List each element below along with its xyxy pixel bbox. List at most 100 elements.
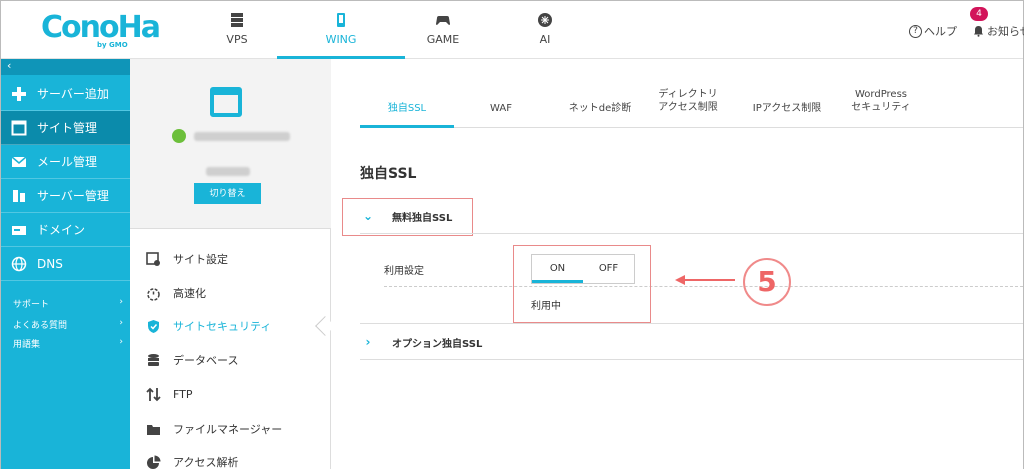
service-tab-game[interactable]: GAME <box>393 1 493 59</box>
menu-item-label: サイト設定 <box>173 253 228 266</box>
bell-icon <box>974 26 983 37</box>
notice-label: お知らせ <box>987 25 1024 38</box>
highlight-box-free-ssl <box>342 198 473 236</box>
notice-count-badge: 4 <box>970 7 988 21</box>
switch-site-button[interactable]: 切り替え <box>194 183 261 204</box>
chevron-right-icon: › <box>119 297 123 307</box>
left-arrow-annotation-icon <box>675 275 735 285</box>
menu-item-label: アクセス解析 <box>173 456 239 469</box>
accordion-divider <box>360 323 1023 324</box>
tab-ip-access[interactable]: IPアクセス制限 <box>739 102 835 115</box>
menu-item-label: 高速化 <box>173 287 206 300</box>
sidebar-item-label: サイト管理 <box>37 121 98 135</box>
tab-waf[interactable]: WAF <box>464 102 538 115</box>
tab-divider <box>360 127 1023 128</box>
mail-icon <box>11 155 27 167</box>
menu-item-file-manager[interactable]: ファイルマネージャー <box>146 419 282 439</box>
sidebar-link-faq[interactable]: よくある質問 › <box>13 318 123 331</box>
domain-icon <box>12 225 26 235</box>
top-header: ConoHa by GMO VPS WING GAME AI ? ヘルプ 4 お… <box>1 1 1024 59</box>
transfer-icon <box>146 387 161 401</box>
service-tab-label: WING <box>325 33 357 46</box>
window-icon <box>11 120 27 135</box>
menu-item-label: サイトセキュリティ <box>173 320 272 333</box>
menu-item-speedup[interactable]: 高速化 <box>146 283 206 303</box>
tab-label-line2: アクセス制限 <box>658 102 718 113</box>
service-tab-label: AI <box>539 33 551 46</box>
accordion-label: オプション独自SSL <box>392 338 483 350</box>
sidebar-item-label: サーバー追加 <box>37 87 109 101</box>
pie-chart-icon <box>147 455 161 469</box>
active-tab-indicator <box>360 125 454 128</box>
accordion-divider <box>360 233 1023 234</box>
sidebar-collapse-button[interactable]: ‹ <box>1 59 130 75</box>
service-tab-label: VPS <box>226 33 248 46</box>
gamepad-icon <box>436 16 450 25</box>
help-label: ヘルプ <box>924 25 957 38</box>
shield-icon <box>148 319 159 333</box>
help-link[interactable]: ? ヘルプ <box>909 23 957 39</box>
sidebar-link-label: 用語集 <box>13 340 41 350</box>
power-status-icon <box>172 129 186 143</box>
tab-label: IPアクセス制限 <box>752 103 822 114</box>
tab-label: WAF <box>490 103 512 114</box>
accordion-option-ssl[interactable]: › オプション独自SSL <box>360 325 1023 359</box>
redacted-site-info <box>206 167 250 176</box>
setting-label: 利用設定 <box>384 266 424 277</box>
globe-icon <box>11 256 27 271</box>
accordion-divider <box>360 359 1023 360</box>
tab-net-diagnosis[interactable]: ネットde診断 <box>551 102 649 115</box>
main-sidebar: ‹ サーバー追加 サイト管理 メール管理 サーバー管理 ドメイン DNS サポー… <box>1 59 130 469</box>
folder-icon <box>147 424 160 435</box>
sidebar-link-glossary[interactable]: 用語集 › <box>13 337 123 350</box>
sidebar-item-label: DNS <box>37 256 63 271</box>
menu-item-ftp[interactable]: FTP <box>146 384 193 404</box>
service-tab-ai[interactable]: AI <box>495 1 595 59</box>
step-number-badge: 5 <box>743 258 791 306</box>
sidebar-item-server-manage[interactable]: サーバー管理 <box>1 179 130 213</box>
sidebar-link-support[interactable]: サポート › <box>13 297 123 310</box>
tab-directory-access[interactable]: ディレクトリ アクセス制限 <box>643 88 733 114</box>
server-info-panel: 切り替え <box>130 59 331 229</box>
service-tab-wing[interactable]: WING <box>277 1 405 59</box>
menu-item-site-settings[interactable]: サイト設定 <box>146 249 228 269</box>
tab-label-line1: WordPress <box>854 89 908 100</box>
redacted-site-name <box>194 132 290 141</box>
database-icon <box>148 353 159 366</box>
sidebar-item-site-manage[interactable]: サイト管理 <box>1 111 130 145</box>
tab-original-ssl[interactable]: 独自SSL <box>360 102 454 115</box>
plus-icon <box>12 86 26 101</box>
logo-text: ConoHa <box>41 10 161 45</box>
server-manage-icon <box>13 189 25 202</box>
menu-item-label: ファイルマネージャー <box>173 423 283 436</box>
conoha-logo[interactable]: ConoHa by GMO <box>41 10 161 51</box>
stopwatch-icon <box>147 287 160 301</box>
main-content: 独自SSL WAF ネットde診断 ディレクトリ アクセス制限 IPアクセス制限… <box>331 59 1023 469</box>
logo-sub-text: by GMO <box>97 41 128 49</box>
site-menu-column: 切り替え サイト設定 高速化 サイトセキュリティ データベース FTP ファイル… <box>130 59 335 469</box>
sidebar-item-add-server[interactable]: サーバー追加 <box>1 77 130 111</box>
highlight-box-toggle <box>513 245 651 323</box>
menu-item-site-security[interactable]: サイトセキュリティ <box>146 316 271 336</box>
chevron-right-icon: › <box>365 335 371 349</box>
phone-icon <box>337 13 345 27</box>
menu-item-access-analytics[interactable]: アクセス解析 <box>146 452 238 469</box>
sidebar-item-label: メール管理 <box>37 155 98 169</box>
sidebar-item-dns[interactable]: DNS <box>1 247 130 281</box>
service-tab-label: GAME <box>426 33 460 46</box>
tab-label-line2: セキュリティ <box>851 102 911 113</box>
sidebar-item-label: ドメイン <box>37 223 86 237</box>
site-settings-icon <box>146 251 160 266</box>
server-icon <box>231 13 243 27</box>
chevron-right-icon: › <box>119 337 123 347</box>
menu-item-label: FTP <box>173 387 193 401</box>
sidebar-item-domain[interactable]: ドメイン <box>1 213 130 247</box>
ai-icon <box>538 13 552 27</box>
page-title: 独自SSL <box>360 166 417 182</box>
notice-link[interactable]: お知らせ <box>973 23 1024 39</box>
sidebar-item-mail[interactable]: メール管理 <box>1 145 130 179</box>
service-tab-vps[interactable]: VPS <box>187 1 287 59</box>
tab-wordpress-security[interactable]: WordPress セキュリティ <box>833 88 929 114</box>
site-window-icon <box>210 87 242 117</box>
menu-item-database[interactable]: データベース <box>146 350 238 370</box>
